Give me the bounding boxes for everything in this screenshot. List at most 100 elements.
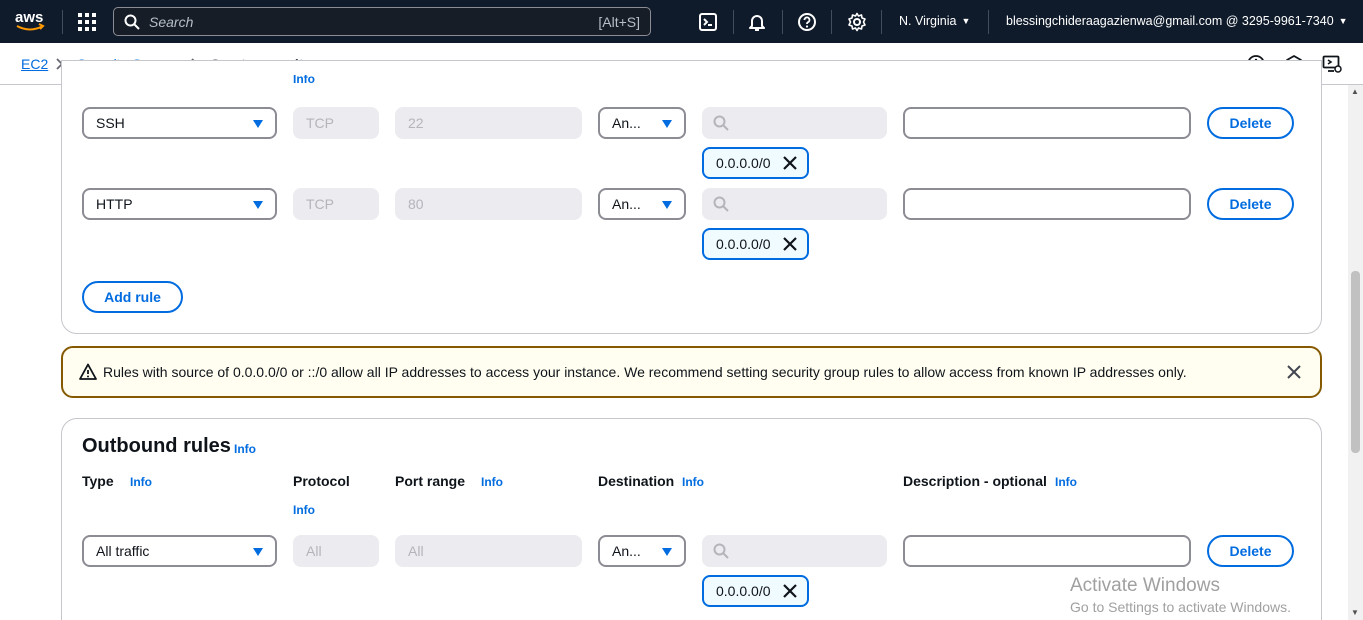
add-rule-button[interactable]: Add rule bbox=[82, 281, 183, 313]
scroll-up-icon[interactable]: ▲ bbox=[1351, 87, 1359, 96]
caret-down-icon bbox=[662, 201, 672, 209]
port-value: 22 bbox=[408, 115, 424, 131]
caret-down-icon bbox=[662, 548, 672, 556]
cidr-search-input[interactable] bbox=[702, 107, 887, 139]
protocol-info-link[interactable]: Info bbox=[293, 75, 315, 85]
cidr-search-input[interactable] bbox=[702, 535, 887, 567]
port-value: All bbox=[408, 543, 424, 559]
destination-column-label: Destination bbox=[598, 473, 675, 489]
scroll-down-icon[interactable]: ▼ bbox=[1351, 608, 1359, 617]
cidr-token: 0.0.0.0/0 bbox=[702, 575, 809, 607]
port-range-field: 80 bbox=[395, 188, 582, 220]
page-scrollbar[interactable]: ▲ ▼ bbox=[1348, 85, 1363, 620]
account-menu[interactable]: blessingchideraagazienwa@gmail.com @ 329… bbox=[1006, 14, 1348, 28]
cidr-token: 0.0.0.0/0 bbox=[702, 228, 809, 260]
cidr-value: 0.0.0.0/0 bbox=[716, 236, 771, 252]
port-range-column-label: Port range bbox=[395, 473, 466, 489]
nav-divider bbox=[782, 10, 783, 34]
protocol-info-link[interactable]: Info bbox=[293, 503, 315, 517]
close-icon[interactable] bbox=[1286, 364, 1302, 380]
close-icon[interactable] bbox=[783, 237, 797, 251]
search-icon bbox=[713, 543, 729, 559]
port-range-field: 22 bbox=[395, 107, 582, 139]
protocol-value: TCP bbox=[306, 196, 334, 212]
nav-divider bbox=[733, 10, 734, 34]
source-type-select[interactable]: An... bbox=[598, 188, 686, 220]
description-input[interactable] bbox=[903, 107, 1191, 139]
type-info-link[interactable]: Info bbox=[130, 475, 152, 489]
search-icon bbox=[713, 196, 729, 212]
display-settings-icon[interactable] bbox=[1322, 54, 1342, 74]
select-value: An... bbox=[612, 543, 641, 559]
source-type-select[interactable]: An... bbox=[598, 107, 686, 139]
nav-divider bbox=[881, 10, 882, 34]
delete-rule-button[interactable]: Delete bbox=[1207, 107, 1294, 139]
nav-divider bbox=[62, 10, 63, 34]
select-value: SSH bbox=[96, 115, 125, 131]
cidr-value: 0.0.0.0/0 bbox=[716, 155, 771, 171]
select-value: All traffic bbox=[96, 543, 150, 559]
search-shortcut: [Alt+S] bbox=[598, 14, 640, 30]
breadcrumb-ec2[interactable]: EC2 bbox=[21, 56, 48, 72]
bell-icon[interactable] bbox=[747, 12, 767, 32]
nav-divider bbox=[831, 10, 832, 34]
region-selector[interactable]: N. Virginia ▼ bbox=[899, 14, 970, 28]
inbound-type-select[interactable]: HTTP bbox=[82, 188, 277, 220]
search-placeholder: Search bbox=[149, 14, 194, 30]
protocol-field: All bbox=[293, 535, 379, 567]
description-column-label: Description - optional bbox=[903, 473, 1047, 489]
account-label: blessingchideraagazienwa@gmail.com @ 329… bbox=[1006, 14, 1334, 28]
outbound-type-select[interactable]: All traffic bbox=[82, 535, 277, 567]
close-icon[interactable] bbox=[783, 156, 797, 170]
outbound-info-link[interactable]: Info bbox=[234, 442, 256, 456]
delete-rule-button[interactable]: Delete bbox=[1207, 535, 1294, 567]
search-input[interactable]: Search [Alt+S] bbox=[113, 7, 651, 36]
gear-icon[interactable] bbox=[847, 12, 867, 32]
port-value: 80 bbox=[408, 196, 424, 212]
protocol-column-label: Protocol bbox=[293, 473, 350, 489]
activate-windows-title: Activate Windows bbox=[1070, 575, 1220, 596]
help-icon[interactable] bbox=[797, 12, 817, 32]
top-navigation: aws Search [Alt+S] N. Virginia ▼ blessin… bbox=[0, 0, 1363, 43]
cidr-value: 0.0.0.0/0 bbox=[716, 583, 771, 599]
services-grid-icon[interactable] bbox=[78, 13, 96, 31]
caret-down-icon bbox=[253, 548, 263, 556]
region-label: N. Virginia bbox=[899, 14, 957, 28]
nav-divider bbox=[988, 10, 989, 34]
caret-down-icon bbox=[253, 201, 263, 209]
type-column-label: Type bbox=[82, 473, 114, 489]
cloudshell-icon[interactable] bbox=[698, 12, 718, 32]
aws-logo[interactable]: aws bbox=[14, 8, 46, 34]
protocol-field: TCP bbox=[293, 188, 379, 220]
caret-down-icon: ▼ bbox=[1338, 16, 1348, 26]
close-icon[interactable] bbox=[783, 584, 797, 598]
port-range-info-link[interactable]: Info bbox=[481, 475, 503, 489]
description-info-link[interactable]: Info bbox=[1055, 475, 1077, 489]
caret-down-icon bbox=[253, 120, 263, 128]
outbound-rules-title: Outbound rules bbox=[82, 435, 231, 457]
select-value: An... bbox=[612, 115, 641, 131]
warning-alert: Rules with source of 0.0.0.0/0 or ::/0 a… bbox=[61, 346, 1322, 398]
protocol-value: All bbox=[306, 543, 322, 559]
description-input[interactable] bbox=[903, 188, 1191, 220]
search-icon bbox=[713, 115, 729, 131]
select-value: An... bbox=[612, 196, 641, 212]
protocol-value: TCP bbox=[306, 115, 334, 131]
caret-down-icon: ▼ bbox=[961, 16, 971, 26]
destination-info-link[interactable]: Info bbox=[682, 475, 704, 489]
port-range-field: All bbox=[395, 535, 582, 567]
activate-windows-subtitle: Go to Settings to activate Windows. bbox=[1070, 599, 1291, 615]
warning-icon bbox=[79, 363, 97, 380]
caret-down-icon bbox=[662, 120, 672, 128]
select-value: HTTP bbox=[96, 196, 133, 212]
cidr-token: 0.0.0.0/0 bbox=[702, 147, 809, 179]
delete-rule-button[interactable]: Delete bbox=[1207, 188, 1294, 220]
search-icon bbox=[124, 14, 140, 30]
description-input[interactable] bbox=[903, 535, 1191, 567]
warning-text: Rules with source of 0.0.0.0/0 or ::/0 a… bbox=[103, 364, 1187, 380]
destination-type-select[interactable]: An... bbox=[598, 535, 686, 567]
aws-logo-text: aws bbox=[15, 9, 43, 26]
scrollbar-thumb[interactable] bbox=[1351, 271, 1360, 453]
inbound-type-select[interactable]: SSH bbox=[82, 107, 277, 139]
cidr-search-input[interactable] bbox=[702, 188, 887, 220]
